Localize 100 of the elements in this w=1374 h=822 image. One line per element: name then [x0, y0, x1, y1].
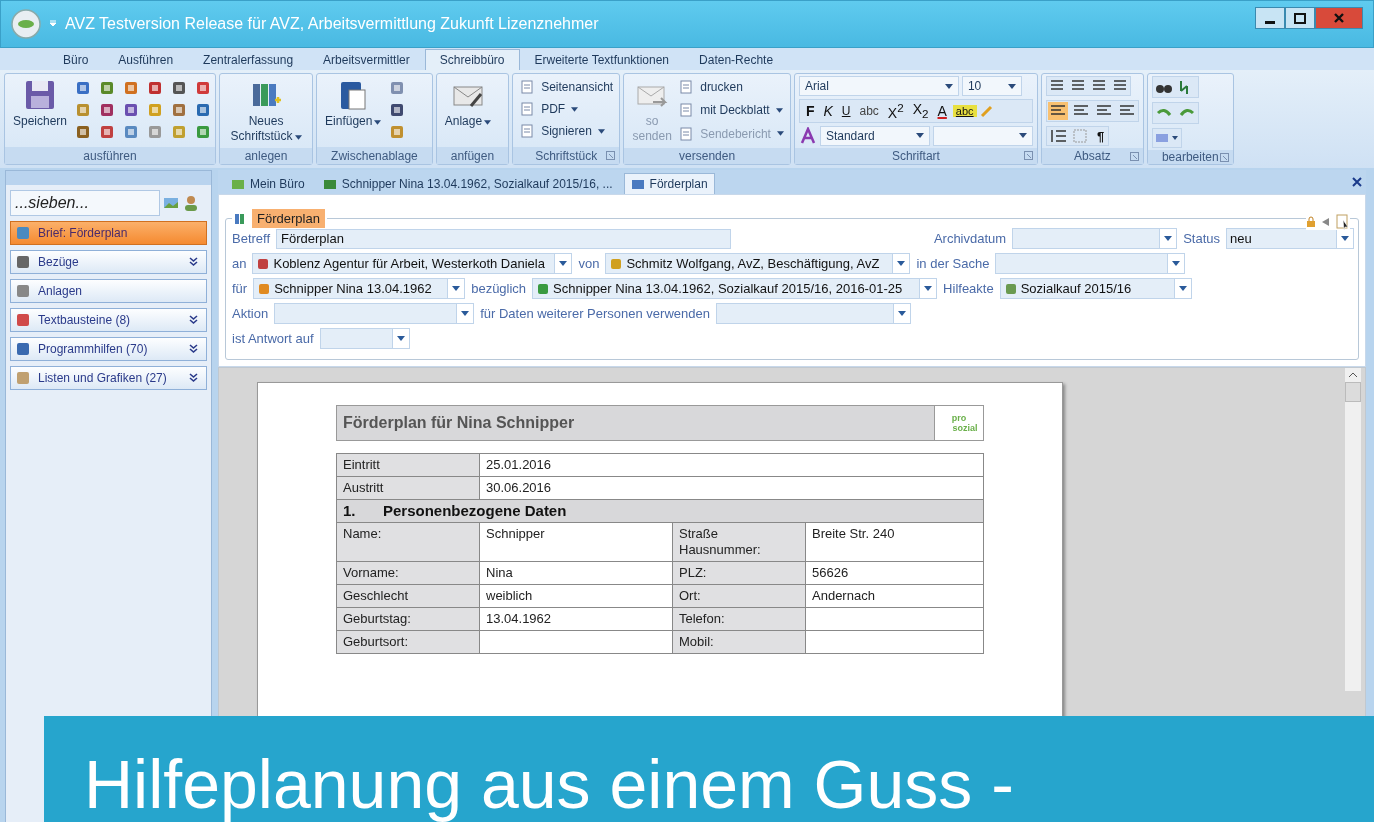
toolbar-icon[interactable]	[195, 80, 212, 96]
font-size-dropdown[interactable]: 10	[961, 76, 1022, 96]
ribbon-tab[interactable]: Daten-Rechte	[684, 49, 789, 70]
close-button[interactable]	[1315, 7, 1363, 29]
launcher-icon[interactable]	[1023, 151, 1033, 161]
combo-box[interactable]: neu	[1226, 228, 1354, 249]
field-label: bezüglich	[471, 281, 527, 296]
format-button[interactable]: X$_{2}$	[909, 101, 932, 121]
combo-box[interactable]: Koblenz Agentur für Arbeit, Westerkoth Daniela	[252, 253, 573, 274]
ribbon-tab[interactable]: Ausführen	[103, 49, 189, 70]
field-label: ist Antwort auf	[232, 331, 314, 346]
ribbon-button[interactable]: PDF	[517, 98, 581, 120]
picture-icon[interactable]	[162, 195, 180, 211]
format-button[interactable]: F	[802, 102, 818, 119]
toolbar-icon[interactable]	[195, 102, 212, 118]
left-arrow-icon[interactable]	[1321, 217, 1331, 227]
toolbar-icon[interactable]	[389, 102, 406, 118]
ribbon-button[interactable]: Speichern	[9, 76, 72, 131]
ribbon-button[interactable]: Anlage	[440, 76, 496, 131]
close-icon[interactable]	[1352, 177, 1362, 187]
scroll-thumb[interactable]	[1345, 382, 1361, 402]
item-icon	[16, 313, 30, 327]
person-icon[interactable]	[182, 194, 200, 212]
ribbon-button[interactable]: Neues Schriftstück	[224, 76, 309, 146]
sidebar-item[interactable]: Listen und Grafiken (27)	[10, 366, 207, 390]
table-cell: Vorname:	[336, 561, 480, 585]
toolbar-icon[interactable]	[75, 80, 92, 96]
minimize-button[interactable]	[1255, 7, 1285, 29]
font-dropdown[interactable]: Arial	[798, 76, 959, 96]
logo: pro sozial	[934, 406, 983, 440]
toolbar-icon[interactable]	[171, 102, 188, 118]
ribbon-button[interactable]: mit Deckblatt	[676, 99, 786, 122]
ribbon-button[interactable]: Einfügen	[321, 76, 386, 131]
caret-icon	[597, 128, 605, 134]
launcher-icon[interactable]	[606, 151, 616, 160]
chevron-icon[interactable]	[189, 315, 198, 325]
caret-icon	[1341, 236, 1349, 241]
launcher-icon[interactable]	[1129, 151, 1139, 161]
format-button[interactable]: abc	[856, 103, 882, 118]
toolbar-icon[interactable]	[123, 80, 140, 96]
sidebar-item[interactable]: Anlagen	[10, 279, 207, 303]
document-heading: Förderplan für Nina Schnipper	[342, 413, 576, 433]
logo-icon[interactable]	[11, 9, 41, 39]
table-cell: weiblich	[479, 584, 673, 608]
format-button[interactable]: A	[934, 102, 950, 119]
pilcrow-button[interactable]: ¶	[1093, 128, 1108, 144]
launcher-icon[interactable]	[1219, 152, 1229, 162]
toolbar-icon[interactable]	[123, 102, 140, 118]
field-label: für Daten weiterer Personen verwenden	[480, 306, 710, 321]
ribbon-tab[interactable]: Zentralerfassung	[188, 49, 309, 70]
toolbar-icon[interactable]	[99, 124, 116, 140]
format-button[interactable]: K	[820, 102, 836, 119]
entry-icon	[609, 256, 624, 271]
toolbar-icon[interactable]	[99, 102, 116, 118]
text-align-icon[interactable]	[1047, 102, 1068, 120]
caret-icon	[944, 83, 953, 89]
ribbon-button[interactable]: drucken	[676, 76, 786, 98]
ribbon-button[interactable]: Signieren	[517, 120, 607, 142]
combo-box[interactable]: Schnipper Nina 13.04.1962, Sozialkauf 2015/16, 2016-01-25	[532, 278, 938, 299]
chevron-icon[interactable]	[189, 344, 198, 354]
ribbon-tab[interactable]: Büro	[48, 49, 104, 70]
table-cell: PLZ:	[672, 561, 806, 585]
chevron-icon[interactable]	[189, 257, 198, 267]
sidebar-item[interactable]: Bezüge	[10, 250, 207, 274]
group-label: Zwischenablage	[331, 148, 418, 163]
document-tab[interactable]: Mein Büro	[224, 173, 312, 194]
close-icon	[1332, 11, 1346, 25]
sidebar-item[interactable]: Programmhilfen (70)	[10, 337, 207, 361]
scrollbar[interactable]	[1345, 368, 1361, 691]
format-button[interactable]: U	[838, 103, 854, 118]
chevron-icon[interactable]	[189, 373, 198, 383]
style-dropdown[interactable]: Standard	[819, 125, 930, 146]
combo-box[interactable]: Schmitz Wolfgang, AvZ, Beschäftigung, AvZ	[605, 253, 911, 274]
input-field[interactable]: Förderplan	[276, 228, 732, 249]
combo-box[interactable]: Sozialkauf 2015/16	[999, 278, 1192, 299]
format-button[interactable]: abc	[952, 104, 977, 117]
caret-icon	[776, 131, 784, 137]
caret-icon	[897, 261, 906, 266]
ribbon-tab[interactable]: Arbeitsvermittler	[308, 49, 425, 70]
toolbar-icon[interactable]	[99, 80, 116, 96]
caret-icon	[1178, 286, 1187, 291]
toolbar-icon[interactable]	[147, 80, 164, 96]
table-cell: 13.04.1962	[479, 607, 673, 631]
ribbon-tab[interactable]: Erweiterte Textfunktionen	[519, 49, 685, 70]
sidebar-item[interactable]: Textbausteine (8)	[10, 308, 207, 332]
item-icon	[16, 226, 30, 240]
document-icon[interactable]	[1336, 214, 1350, 230]
ribbon-tab[interactable]: Schreibbüro	[424, 49, 520, 70]
document-tab[interactable]: Schnipper Nina 13.04.1962, Sozialkauf 2015/16, ...	[315, 173, 620, 194]
maximize-button[interactable]	[1285, 7, 1315, 29]
ribbon-button[interactable]: Seitenansicht	[517, 76, 616, 98]
document-tab[interactable]: Förderplan	[623, 173, 715, 194]
search-field[interactable]: ...sieben...	[10, 190, 160, 216]
sidebar-item[interactable]: Brief: Förderplan	[10, 221, 207, 245]
combo-box[interactable]: Schnipper Nina 13.04.1962	[253, 278, 466, 299]
style-icon[interactable]	[798, 126, 817, 145]
toolbar-icon[interactable]	[75, 124, 92, 140]
toolbar-icon[interactable]	[171, 80, 188, 96]
lock-icon[interactable]	[1306, 216, 1316, 228]
format-button[interactable]: X$^{2}$	[884, 101, 907, 121]
